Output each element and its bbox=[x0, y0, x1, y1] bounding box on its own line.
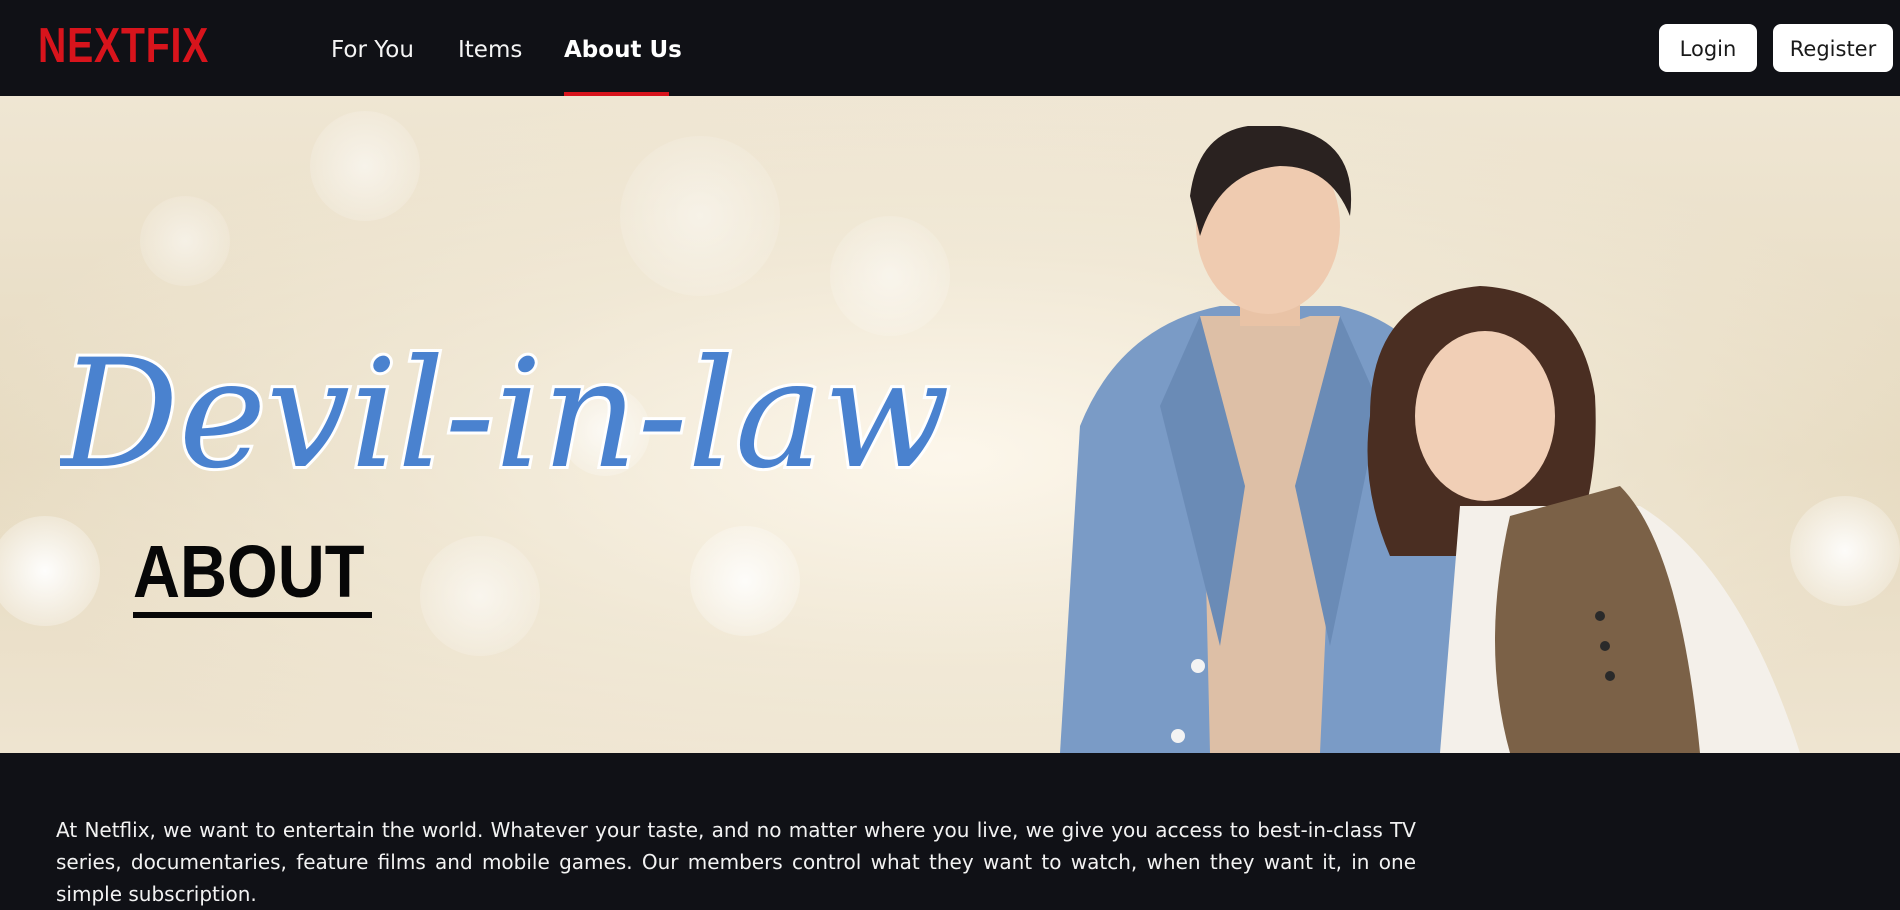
nextfix-logo[interactable]: NEXTFIX bbox=[38, 16, 209, 76]
couple-illustration bbox=[1060, 126, 1800, 753]
nav-link-for-you[interactable]: For You bbox=[331, 22, 414, 78]
svg-text:Devil-in-law: Devil-in-law bbox=[60, 328, 950, 502]
devil-in-law-title-logo: Devil-in-law bbox=[60, 325, 953, 505]
nav-link-about-us[interactable]: About Us bbox=[564, 22, 682, 78]
about-heading: ABOUT bbox=[133, 530, 365, 613]
about-paragraph: At Netflix, we want to entertain the wor… bbox=[56, 818, 1416, 906]
bokeh-light bbox=[420, 536, 540, 656]
bokeh-light bbox=[0, 516, 100, 626]
login-button[interactable]: Login bbox=[1659, 24, 1757, 72]
hero-banner: Devil-in-law ABOUT bbox=[0, 96, 1900, 753]
top-navbar: NEXTFIX For You Items About Us Login Reg… bbox=[0, 0, 1900, 96]
bokeh-light bbox=[620, 136, 780, 296]
register-button[interactable]: Register bbox=[1773, 24, 1893, 72]
bokeh-light bbox=[310, 111, 420, 221]
bokeh-light bbox=[140, 196, 230, 286]
about-heading-underline bbox=[133, 612, 372, 618]
nav-link-items[interactable]: Items bbox=[458, 22, 522, 78]
bokeh-light bbox=[690, 526, 800, 636]
